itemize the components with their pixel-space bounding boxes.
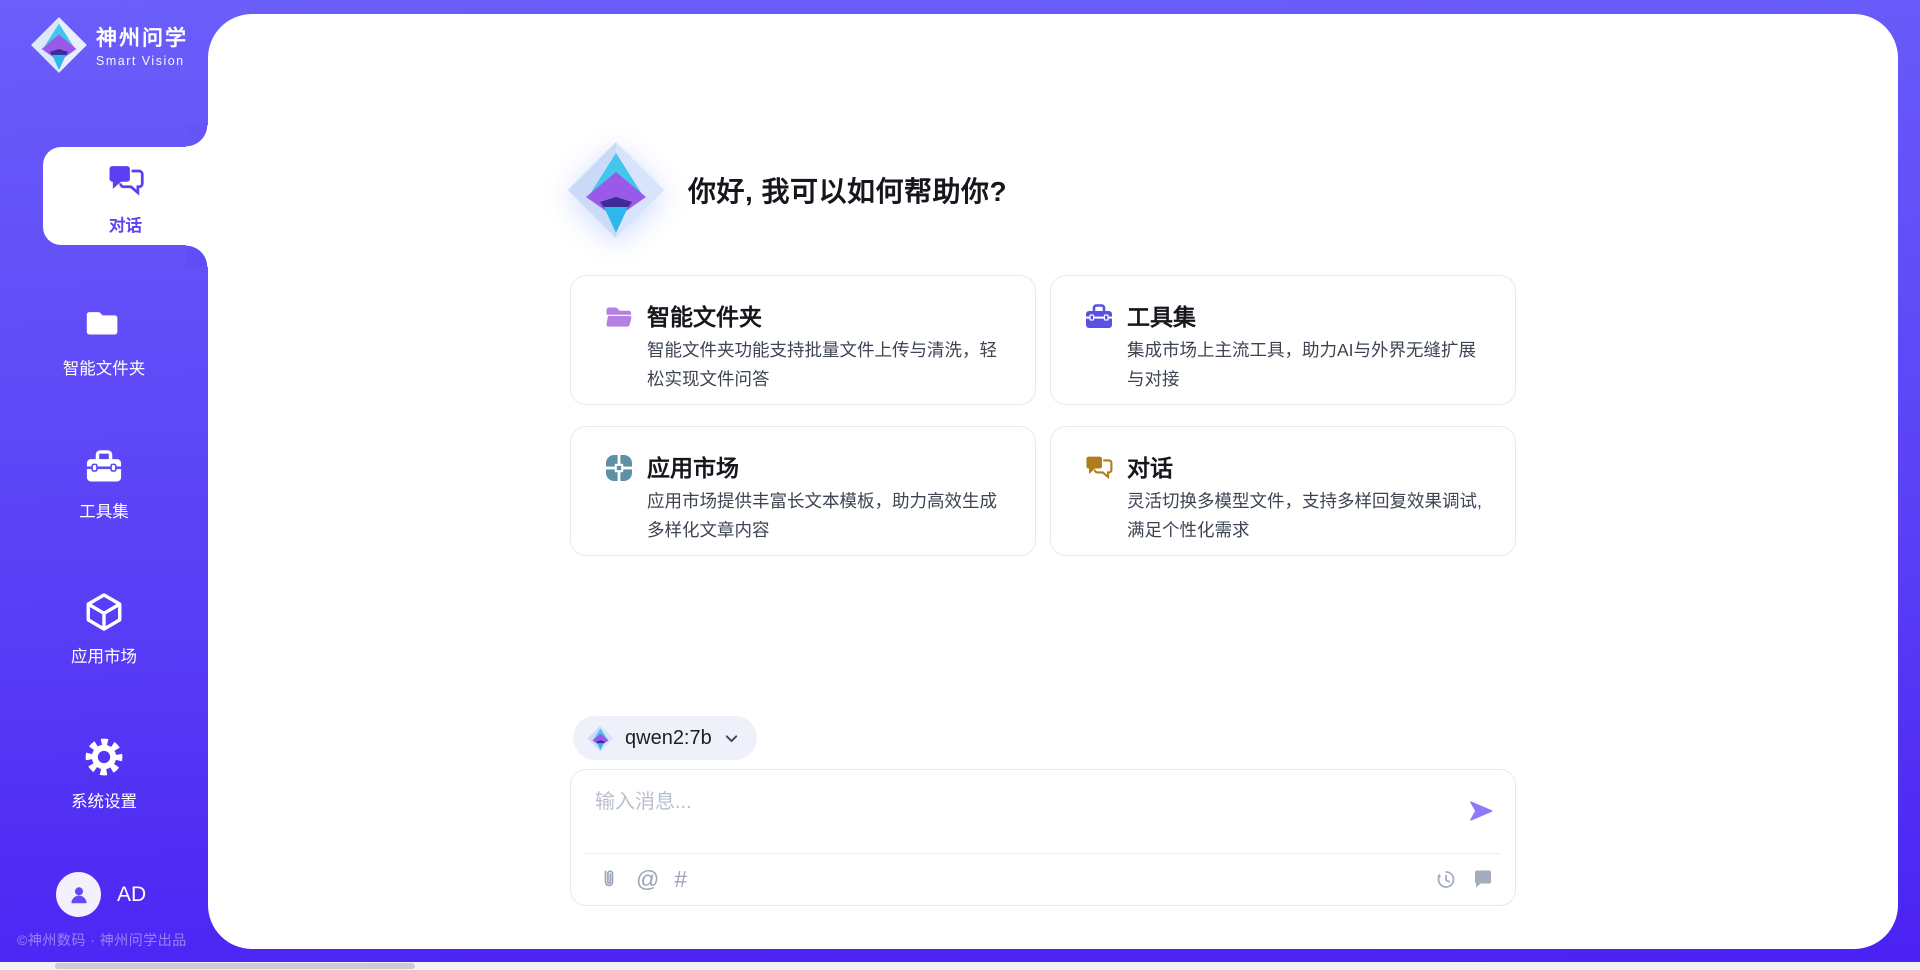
send-button[interactable] — [1467, 797, 1495, 825]
card-description: 应用市场提供丰富长文本模板，助力高效生成多样化文章内容 — [647, 487, 1007, 545]
model-selector[interactable]: qwen2:7b — [573, 716, 757, 760]
model-name: qwen2:7b — [625, 727, 712, 750]
composer-divider — [585, 853, 1501, 854]
sidebar-item-label: 工具集 — [0, 498, 208, 522]
tab-fillet-bottom — [186, 245, 208, 267]
message-input[interactable] — [595, 785, 1455, 845]
card-chat[interactable]: 对话 灵活切换多模型文件，支持多样回复效果调试, 满足个性化需求 — [1050, 426, 1516, 556]
card-smart-folder[interactable]: 智能文件夹 智能文件夹功能支持批量文件上传与清洗，轻松实现文件问答 — [570, 275, 1036, 405]
toolbox-icon — [83, 446, 125, 488]
folder-icon — [83, 303, 125, 345]
chat-icon — [1083, 452, 1115, 484]
sidebar-item-label: 智能文件夹 — [0, 355, 208, 379]
brand-diamond-icon — [587, 725, 614, 752]
grid-icon — [603, 452, 635, 484]
sidebar-item-smart-folder[interactable]: 智能文件夹 — [0, 303, 208, 379]
avatar — [56, 872, 101, 917]
user-initials: AD — [117, 883, 146, 907]
at-icon[interactable]: @ — [636, 867, 659, 891]
chat-icon — [105, 160, 147, 202]
card-description: 集成市场上主流工具，助力AI与外界无缝扩展与对接 — [1127, 336, 1487, 394]
card-app-market[interactable]: 应用市场 应用市场提供丰富长文本模板，助力高效生成多样化文章内容 — [570, 426, 1036, 556]
sidebar: 神州问学 Smart Vision 对话 智能文件夹 — [0, 0, 208, 970]
chat-bubble-icon[interactable] — [1471, 867, 1495, 891]
sidebar-item-label: 应用市场 — [0, 643, 208, 667]
copyright-text: ©神州数码 · 神州问学出品 — [17, 930, 207, 950]
user-account[interactable]: AD — [56, 872, 146, 917]
brand-name: 神州问学 — [96, 22, 188, 52]
brand-logo: 神州问学 Smart Vision — [30, 16, 188, 74]
toolbox-icon — [1083, 301, 1115, 333]
card-toolbox[interactable]: 工具集 集成市场上主流工具，助力AI与外界无缝扩展与对接 — [1050, 275, 1516, 405]
card-title: 工具集 — [1127, 298, 1196, 332]
folder-open-icon — [603, 301, 635, 333]
card-description: 智能文件夹功能支持批量文件上传与清洗，轻松实现文件问答 — [647, 336, 1007, 394]
greeting: 你好, 我可以如何帮助你? — [566, 140, 1007, 240]
card-title: 智能文件夹 — [647, 298, 762, 332]
sidebar-item-settings[interactable]: 系统设置 — [0, 736, 208, 812]
tab-fillet-top — [186, 125, 208, 147]
sidebar-item-toolbox[interactable]: 工具集 — [0, 446, 208, 522]
card-description: 灵活切换多模型文件，支持多样回复效果调试, 满足个性化需求 — [1127, 487, 1487, 545]
send-icon — [1467, 797, 1495, 825]
paperclip-icon[interactable] — [597, 867, 621, 891]
sidebar-item-label: 系统设置 — [0, 788, 208, 812]
chevron-down-icon — [722, 729, 741, 748]
person-icon — [66, 882, 92, 908]
brand-diamond-icon — [566, 140, 666, 240]
card-title: 对话 — [1127, 449, 1173, 483]
greeting-title: 你好, 我可以如何帮助你? — [688, 170, 1007, 210]
message-composer: @ # — [570, 769, 1516, 906]
hash-icon[interactable]: # — [674, 867, 687, 891]
card-title: 应用市场 — [647, 449, 739, 483]
gear-icon — [83, 736, 125, 778]
brand-subtitle: Smart Vision — [96, 54, 188, 68]
sidebar-item-label: 对话 — [43, 212, 208, 236]
scrollbar-thumb[interactable] — [55, 963, 415, 969]
sidebar-item-chat[interactable]: 对话 — [43, 147, 208, 245]
history-icon[interactable] — [1434, 867, 1458, 891]
cube-icon — [83, 591, 125, 633]
horizontal-scrollbar[interactable] — [0, 962, 1920, 970]
sidebar-item-app-market[interactable]: 应用市场 — [0, 591, 208, 667]
brand-diamond-icon — [30, 16, 88, 74]
